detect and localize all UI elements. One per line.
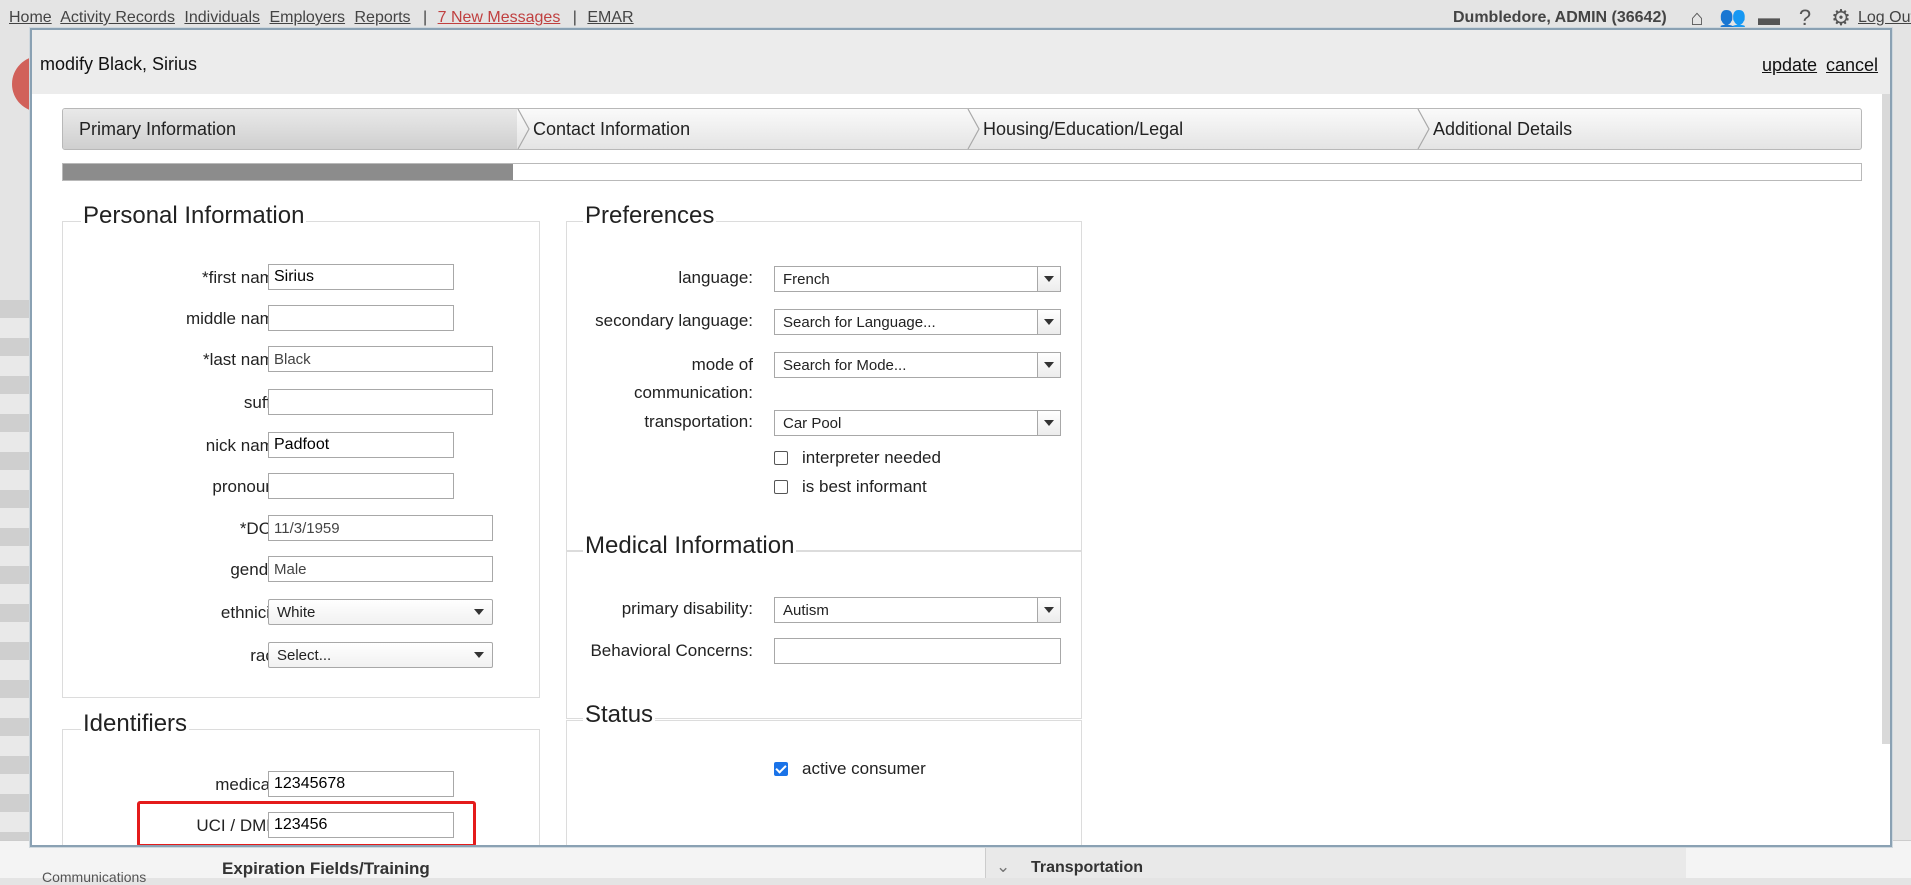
home-icon[interactable]: ⌂ [1684,5,1710,30]
dialog-scrollbar[interactable] [1882,94,1890,744]
personal-information-heading: Personal Information [81,202,307,230]
update-link[interactable]: update [1762,55,1817,76]
dropdown-arrow-icon [474,609,484,615]
nav-icons: ⌂ 👥 ▬ ? ⚙ [1684,5,1854,30]
dropdown-arrow-icon [1044,607,1054,613]
preferences-heading: Preferences [583,202,717,230]
transportation-label: transportation: [644,412,753,431]
language-combo[interactable]: French [774,266,1061,292]
race-select[interactable]: Select... [268,642,493,668]
dropdown-arrow-icon [474,652,484,658]
primary-disability-label: primary disability: [621,599,753,618]
race-value: Select... [277,647,332,664]
primary-disability-combo[interactable]: Autism [774,597,1061,623]
mode-of-communication-placeholder: Search for Mode... [783,357,907,374]
chevron-down-icon: ⌄ [996,857,1011,876]
suffix-field[interactable] [268,389,493,415]
nav-links: Home Activity Records Individuals Employ… [9,9,639,27]
active-consumer-label: active consumer [802,759,926,778]
nav-activity-records-link[interactable]: Activity Records [60,9,175,26]
last-name-field[interactable]: Black [268,346,493,372]
briefcase-icon[interactable]: ▬ [1756,5,1782,30]
nav-emar-link[interactable]: EMAR [587,9,633,26]
dialog-title: modify Black, Sirius [40,54,198,74]
dialog-header: modify Black, Sirius update cancel [32,30,1890,94]
language-value: French [783,271,830,288]
logout-link[interactable]: Log Out [1858,9,1911,27]
step-contact-information[interactable]: Contact Information [517,109,967,149]
mode-dropdown-button[interactable] [1037,353,1060,377]
dropdown-arrow-icon [1044,420,1054,426]
wizard-progress-bar [62,163,1862,181]
pronouns-field[interactable] [268,473,454,499]
wizard-progress-fill [63,164,513,180]
nav-separator: | [422,9,428,26]
dropdown-arrow-icon [1044,362,1054,368]
gender-field[interactable]: Male [268,556,493,582]
medical-information-heading: Medical Information [583,532,797,560]
active-consumer-checkbox[interactable] [774,762,788,776]
mode-of-communication-combo[interactable]: Search for Mode... [774,352,1061,378]
help-icon[interactable]: ? [1792,5,1818,30]
ethnicity-select[interactable]: White [268,599,493,625]
middle-name-field[interactable] [268,305,454,331]
personal-information-section [62,221,540,698]
dob-field[interactable]: 11/3/1959 [268,515,493,541]
status-section [566,720,1082,845]
step-primary-information[interactable]: Primary Information [63,109,517,149]
primary-disability-value: Autism [783,602,829,619]
disability-dropdown-button[interactable] [1037,598,1060,622]
dropdown-arrow-icon [1044,319,1054,325]
background-communications: Communications [42,869,147,885]
secondary-language-placeholder: Search for Language... [783,314,936,331]
first-name-field[interactable]: Sirius [268,264,454,290]
step-separator-icon [967,109,980,149]
nav-messages-link[interactable]: 7 New Messages [438,9,561,26]
behavioral-concerns-label: Behavioral Concerns: [590,641,753,660]
step-separator-icon [517,109,530,149]
behavioral-concerns-field[interactable] [774,638,1061,664]
dropdown-arrow-icon [1044,276,1054,282]
users-icon[interactable]: 👥 [1719,5,1746,30]
language-dropdown-button[interactable] [1037,267,1060,291]
background-expiration-heading: Expiration Fields/Training [222,859,430,878]
interpreter-needed-label: interpreter needed [802,448,941,467]
nav-separator: | [572,9,577,26]
nav-employers-link[interactable]: Employers [269,9,345,26]
transportation-value: Car Pool [783,415,842,432]
cancel-link[interactable]: cancel [1826,55,1878,76]
secondary-language-dropdown-button[interactable] [1037,310,1060,334]
nick-name-field[interactable]: Padfoot [268,432,454,458]
status-heading: Status [583,701,656,729]
mode-of-communication-label-line1: mode of [691,355,753,374]
nav-reports-link[interactable]: Reports [355,9,411,26]
identifiers-heading: Identifiers [81,710,190,738]
language-label: language: [678,268,753,287]
step-additional-details[interactable]: Additional Details [1417,109,1861,149]
transportation-combo[interactable]: Car Pool [774,410,1061,436]
modify-individual-dialog: modify Black, Sirius update cancel Prima… [30,28,1892,847]
secondary-language-label: secondary language: [595,311,753,330]
best-informant-label: is best informant [802,477,927,496]
medicaid-field[interactable]: 12345678 [268,771,454,797]
interpreter-needed-checkbox[interactable] [774,451,788,465]
best-informant-checkbox[interactable] [774,480,788,494]
transportation-dropdown-button[interactable] [1037,411,1060,435]
background-transportation-heading: Transportation [1031,859,1144,876]
uci-dmh-field[interactable]: 123456 [268,812,454,838]
gear-icon[interactable]: ⚙ [1828,5,1854,30]
ethnicity-value: White [277,604,316,621]
step-housing-education-legal[interactable]: Housing/Education/Legal [967,109,1417,149]
medical-information-section [566,551,1082,719]
mode-of-communication-label-line2: communication: [633,383,753,402]
nav-home-link[interactable]: Home [9,9,52,26]
background-sidebar [0,300,30,860]
nav-individuals-link[interactable]: Individuals [184,9,260,26]
step-separator-icon [1417,109,1430,149]
wizard-steps: Primary Information Contact Information … [62,108,1862,150]
current-user: Dumbledore, ADMIN (36642) [1453,9,1667,26]
secondary-language-combo[interactable]: Search for Language... [774,309,1061,335]
